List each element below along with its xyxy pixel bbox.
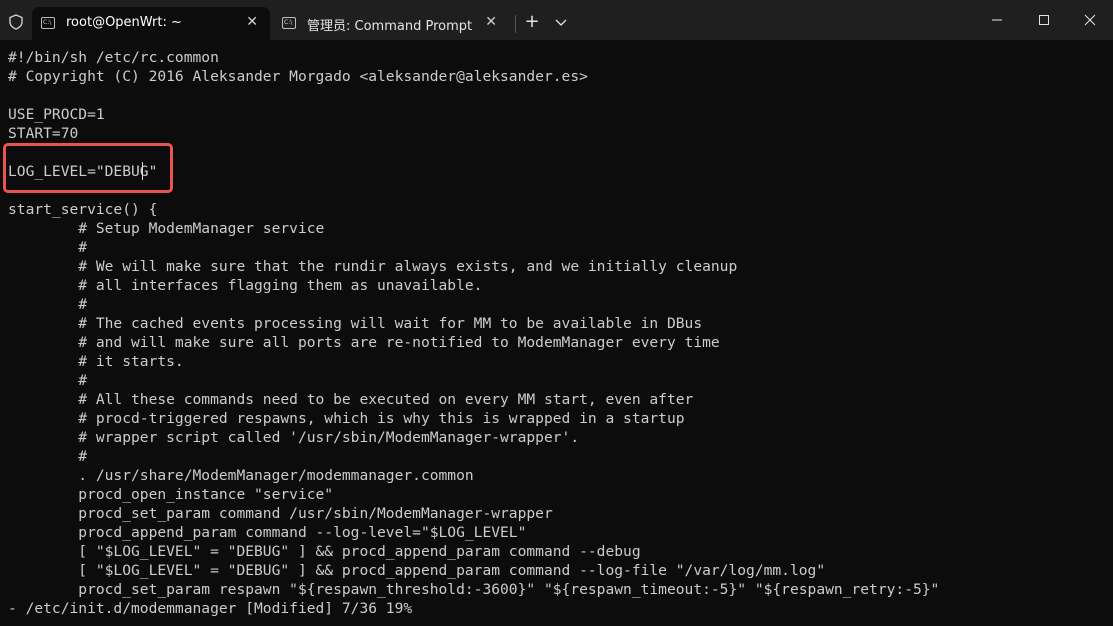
terminal-line: [ "$LOG_LEVEL" = "DEBUG" ] && procd_appe…	[8, 562, 826, 579]
shield-icon[interactable]	[8, 14, 24, 30]
terminal-line: # procd-triggered respawns, which is why…	[8, 410, 685, 427]
terminal-line: # wrapper script called '/usr/sbin/Modem…	[8, 429, 580, 446]
terminal-line: # all interfaces flagging them as unavai…	[8, 277, 483, 294]
terminal-line: # Copyright (C) 2016 Aleksander Morgado …	[8, 68, 588, 85]
terminal-line: #	[8, 239, 88, 256]
terminal-line: procd_set_param command /usr/sbin/ModemM…	[8, 505, 553, 522]
minimize-icon	[992, 19, 1002, 21]
terminal-icon: C:\	[282, 17, 296, 29]
editor-status-line: - /etc/init.d/modemmanager [Modified] 7/…	[8, 600, 413, 617]
terminal-line: START=70	[8, 125, 79, 142]
terminal-line: [ "$LOG_LEVEL" = "DEBUG" ] && procd_appe…	[8, 543, 641, 560]
terminal-line: procd_set_param respawn "${respawn_thres…	[8, 581, 940, 598]
tab-command-prompt[interactable]: C:\ 管理员: Command Prompt ✕	[273, 7, 509, 40]
terminal-line: . /usr/share/ModemManager/modemmanager.c…	[8, 467, 474, 484]
terminal-line: # We will make sure that the rundir alwa…	[8, 258, 738, 275]
annotation-highlight-box	[3, 143, 173, 193]
tab-openwrt[interactable]: C:\ root@OpenWrt: ~ ✕	[32, 7, 270, 40]
terminal-line: # Setup ModemManager service	[8, 220, 325, 237]
terminal-line: #	[8, 372, 88, 389]
title-bar: C:\ root@OpenWrt: ~ ✕ C:\ 管理员: Command P…	[0, 0, 1113, 40]
terminal-line: # and will make sure all ports are re-no…	[8, 334, 720, 351]
terminal-line: procd_append_param command --log-level="…	[8, 524, 527, 541]
terminal-line: LOG_LEVEL="DEBUG"	[8, 163, 158, 180]
terminal-line: # All these commands need to be executed…	[8, 391, 694, 408]
terminal-icon: C:\	[41, 17, 55, 29]
maximize-icon	[1039, 15, 1049, 25]
terminal-line: #	[8, 448, 88, 465]
close-window-button[interactable]	[1067, 0, 1113, 40]
terminal-line: #!/bin/sh /etc/rc.common	[8, 49, 219, 66]
close-tab-icon[interactable]: ✕	[485, 14, 497, 30]
tab-label: 管理员: Command Prompt	[307, 19, 473, 34]
tab-divider	[515, 15, 516, 33]
new-tab-button[interactable]: +	[522, 11, 542, 33]
chevron-down-icon[interactable]	[552, 13, 570, 31]
terminal-output[interactable]: #!/bin/sh /etc/rc.common # Copyright (C) …	[8, 48, 1108, 623]
minimize-button[interactable]	[974, 0, 1020, 40]
maximize-button[interactable]	[1021, 0, 1067, 40]
close-tab-icon[interactable]: ✕	[246, 14, 258, 30]
terminal-line: #	[8, 296, 88, 313]
terminal-line: start_service() {	[8, 201, 158, 218]
text-cursor	[142, 162, 143, 180]
tab-label: root@OpenWrt: ~	[66, 15, 182, 30]
terminal-line: # it starts.	[8, 353, 184, 370]
terminal-line: procd_open_instance "service"	[8, 486, 334, 503]
terminal-line: USE_PROCD=1	[8, 106, 105, 123]
terminal-line: # The cached events processing will wait…	[8, 315, 703, 332]
close-icon	[1084, 14, 1096, 26]
